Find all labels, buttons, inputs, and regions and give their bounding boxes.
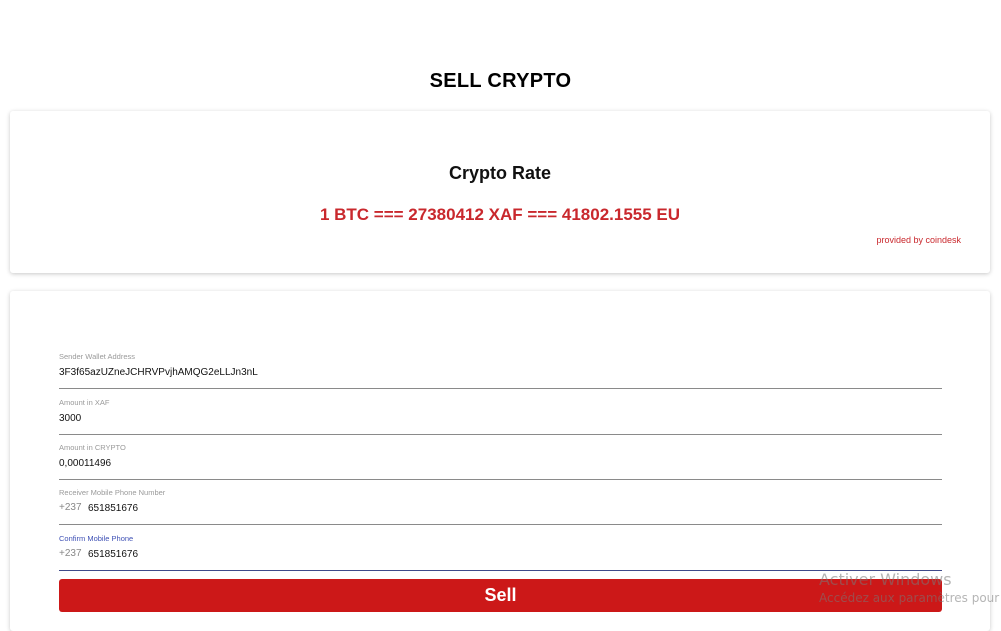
rate-provider-label: provided by coindesk <box>876 235 961 245</box>
rate-value: 1 BTC === 27380412 XAF === 41802.1555 EU <box>319 205 681 224</box>
sell-button[interactable]: Sell <box>59 579 942 612</box>
confirm-phone-input[interactable] <box>88 547 938 561</box>
sender-wallet-input[interactable] <box>59 365 942 379</box>
receiver-phone-input[interactable] <box>88 501 938 515</box>
watermark-subtitle: Accédez aux paramètres pour activer Wind… <box>819 591 1001 605</box>
amount-crypto-field: Amount in CRYPTO <box>59 443 942 480</box>
sender-wallet-field: Sender Wallet Address <box>59 352 942 389</box>
amount-xaf-input[interactable] <box>59 411 942 425</box>
confirm-phone-prefix: +237 <box>59 548 82 559</box>
amount-xaf-field: Amount in XAF <box>59 398 942 435</box>
confirm-phone-label: Confirm Mobile Phone <box>59 534 134 543</box>
receiver-phone-label: Receiver Mobile Phone Number <box>59 488 166 497</box>
receiver-phone-prefix: +237 <box>59 502 82 513</box>
crypto-rate-card: Crypto Rate 1 BTC === 27380412 XAF === 4… <box>10 111 990 273</box>
amount-crypto-label: Amount in CRYPTO <box>59 443 126 452</box>
amount-xaf-label: Amount in XAF <box>59 398 110 407</box>
watermark-title: Activer Windows <box>819 570 952 589</box>
sender-wallet-label: Sender Wallet Address <box>59 352 136 361</box>
windows-activation-watermark: Activer Windows Accédez aux paramètres p… <box>819 570 1001 606</box>
confirm-phone-field: Confirm Mobile Phone +237 <box>59 534 942 571</box>
amount-crypto-input[interactable] <box>59 456 942 470</box>
receiver-phone-field: Receiver Mobile Phone Number +237 <box>59 488 942 525</box>
page-title: SELL CRYPTO <box>429 70 572 92</box>
rate-title: Crypto Rate <box>448 163 551 183</box>
